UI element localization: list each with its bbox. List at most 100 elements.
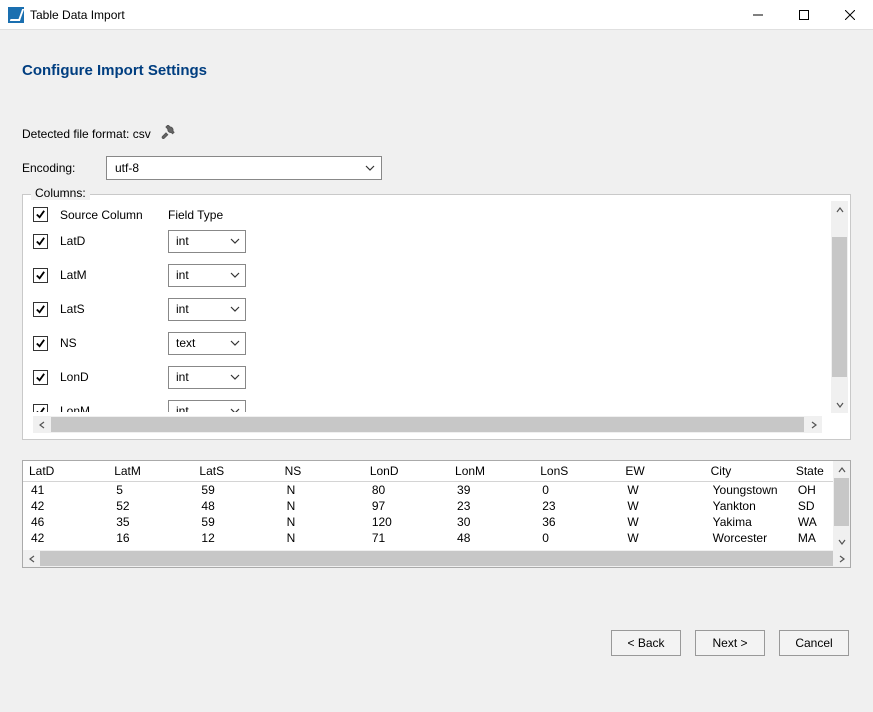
table-cell: Worcester (705, 530, 790, 546)
next-button[interactable]: Next > (695, 630, 765, 656)
close-button[interactable] (827, 0, 873, 29)
table-cell: 0 (534, 482, 619, 499)
preview-hscrollbar[interactable] (23, 550, 850, 567)
table-cell: 120 (364, 514, 449, 530)
columns-vscrollbar[interactable] (831, 201, 848, 413)
column-checkbox[interactable] (33, 302, 48, 317)
table-cell: 35 (108, 514, 193, 530)
table-cell: 80 (364, 482, 449, 499)
column-checkbox[interactable] (33, 268, 48, 283)
table-cell: 59 (193, 482, 278, 499)
column-checkbox[interactable] (33, 234, 48, 249)
hscroll-thumb[interactable] (51, 417, 804, 432)
chevron-down-icon (365, 165, 375, 171)
column-checkbox[interactable] (33, 404, 48, 413)
table-cell: 48 (449, 530, 534, 546)
table-cell: W (619, 530, 704, 546)
source-column-name: LonD (60, 370, 168, 384)
column-row: NStext (33, 326, 840, 360)
table-cell: N (279, 482, 364, 499)
field-type-select[interactable]: int (168, 366, 246, 389)
encoding-row: Encoding: utf-8 (22, 156, 851, 180)
field-type-select[interactable]: int (168, 400, 246, 413)
scroll-down-icon[interactable] (831, 396, 848, 413)
vscroll-thumb[interactable] (834, 478, 849, 526)
table-cell: 23 (534, 498, 619, 514)
table-row[interactable]: 41559N80390WYoungstownOH (23, 482, 850, 499)
column-row: LonD int (33, 360, 840, 394)
page-title: Configure Import Settings (22, 62, 851, 79)
scroll-left-icon[interactable] (23, 550, 40, 567)
button-row: < Back Next > Cancel (22, 630, 851, 656)
encoding-select[interactable]: utf-8 (106, 156, 382, 180)
table-row[interactable]: 463559N1203036WYakimaWA (23, 514, 850, 530)
table-cell: 12 (193, 530, 278, 546)
preview-column-header[interactable]: City (705, 461, 790, 482)
source-column-name: LatD (60, 234, 168, 248)
scroll-right-icon[interactable] (805, 416, 822, 433)
preview-vscrollbar[interactable] (833, 461, 850, 550)
field-type-select[interactable]: int (168, 298, 246, 321)
wrench-icon[interactable] (161, 125, 175, 142)
columns-legend: Columns: (31, 186, 90, 200)
maximize-button[interactable] (781, 0, 827, 29)
chevron-down-icon (230, 340, 240, 346)
title-bar: Table Data Import (0, 0, 873, 30)
preview-column-header[interactable]: LonS (534, 461, 619, 482)
field-type-select[interactable]: text (168, 332, 246, 355)
table-cell: N (279, 514, 364, 530)
preview-column-header[interactable]: LatS (193, 461, 278, 482)
field-type-header: Field Type (168, 208, 223, 222)
table-cell: N (279, 498, 364, 514)
table-cell: Yankton (705, 498, 790, 514)
scroll-up-icon[interactable] (833, 461, 850, 478)
column-checkbox[interactable] (33, 370, 48, 385)
content-area: Configure Import Settings Detected file … (0, 30, 873, 672)
columns-rows-container: LatDintLatMintLatSintNStextLonDintLonMin… (33, 224, 840, 412)
select-all-checkbox[interactable] (33, 207, 48, 222)
field-type-select[interactable]: int (168, 230, 246, 253)
table-cell: 59 (193, 514, 278, 530)
column-row: LatDint (33, 224, 840, 258)
table-cell: 41 (23, 482, 108, 499)
columns-hscrollbar[interactable] (33, 416, 822, 433)
table-cell: Youngstown (705, 482, 790, 499)
source-column-name: LatS (60, 302, 168, 316)
app-icon (8, 7, 24, 23)
preview-column-header[interactable]: LatM (108, 461, 193, 482)
column-row: LonMint (33, 394, 840, 412)
cancel-button[interactable]: Cancel (779, 630, 849, 656)
table-cell: W (619, 514, 704, 530)
preview-column-header[interactable]: NS (279, 461, 364, 482)
chevron-down-icon (230, 238, 240, 244)
back-button[interactable]: < Back (611, 630, 681, 656)
table-cell: 36 (534, 514, 619, 530)
source-column-name: LatM (60, 268, 168, 282)
table-cell: W (619, 498, 704, 514)
field-type-select[interactable]: int (168, 264, 246, 287)
window-controls (735, 0, 873, 29)
table-cell: 52 (108, 498, 193, 514)
scroll-up-icon[interactable] (831, 201, 848, 218)
preview-column-header[interactable]: LatD (23, 461, 108, 482)
table-row[interactable]: 421612N71480WWorcesterMA (23, 530, 850, 546)
source-column-header: Source Column (60, 208, 168, 222)
scroll-left-icon[interactable] (33, 416, 50, 433)
chevron-down-icon (230, 306, 240, 312)
table-cell: 97 (364, 498, 449, 514)
vscroll-thumb[interactable] (832, 237, 847, 377)
hscroll-thumb[interactable] (40, 551, 833, 566)
preview-column-header[interactable]: LonM (449, 461, 534, 482)
column-checkbox[interactable] (33, 336, 48, 351)
preview-column-header[interactable]: LonD (364, 461, 449, 482)
detected-format-row: Detected file format: csv (22, 125, 851, 142)
field-type-value: int (176, 370, 189, 384)
scroll-right-icon[interactable] (833, 550, 850, 567)
scroll-down-icon[interactable] (833, 533, 850, 550)
chevron-down-icon (230, 374, 240, 380)
table-cell: 71 (364, 530, 449, 546)
table-row[interactable]: 425248N972323WYanktonSD (23, 498, 850, 514)
preview-column-header[interactable]: EW (619, 461, 704, 482)
minimize-button[interactable] (735, 0, 781, 29)
table-cell: 0 (534, 530, 619, 546)
